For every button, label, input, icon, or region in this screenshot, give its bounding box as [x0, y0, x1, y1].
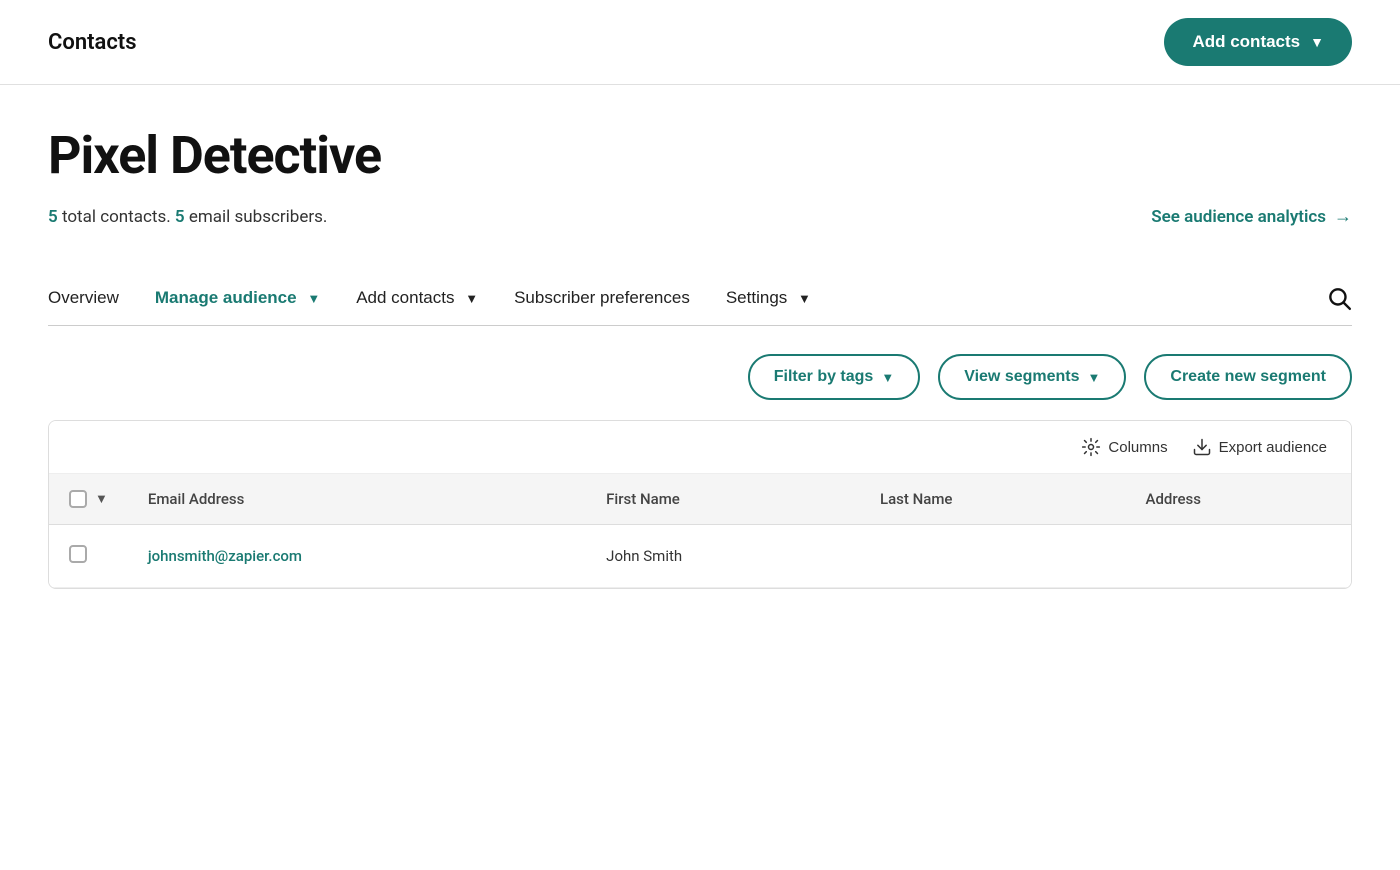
export-icon	[1192, 437, 1212, 457]
view-segments-label: View segments	[964, 368, 1079, 386]
tab-settings-label: Settings	[726, 288, 787, 307]
table-header-row: ▼ Email Address First Name Last Name Add…	[49, 474, 1351, 525]
columns-button[interactable]: Columns	[1081, 437, 1167, 457]
page-title: Contacts	[48, 30, 137, 55]
columns-label: Columns	[1108, 439, 1167, 456]
stats-row: 5 total contacts. 5 email subscribers. S…	[48, 206, 1352, 227]
add-contacts-button[interactable]: Add contacts ▼	[1164, 18, 1352, 66]
tab-add-contacts[interactable]: Add contacts ▼	[356, 278, 506, 322]
contacts-table: ▼ Email Address First Name Last Name Add…	[49, 474, 1351, 588]
table-header-firstname: First Name	[586, 474, 860, 525]
view-segments-button[interactable]: View segments ▼	[938, 354, 1126, 400]
email-subscribers-count: 5	[175, 207, 185, 227]
contacts-table-container: Columns Export audience ▼	[48, 420, 1352, 589]
toolbar-row: Filter by tags ▼ View segments ▼ Create …	[48, 326, 1352, 420]
export-audience-button[interactable]: Export audience	[1192, 437, 1327, 457]
contact-firstname: John Smith	[606, 547, 682, 565]
tab-manage-audience[interactable]: Manage audience ▼	[155, 278, 348, 322]
row-address-cell	[1126, 525, 1352, 588]
tab-settings[interactable]: Settings ▼	[726, 278, 839, 322]
arrow-right-icon: →	[1334, 206, 1352, 227]
row-chevron-icon[interactable]: ▼	[95, 491, 108, 507]
create-segment-label: Create new segment	[1170, 368, 1326, 386]
tab-add-contacts-label: Add contacts	[356, 288, 454, 307]
chevron-down-icon: ▼	[881, 370, 894, 385]
main-content: Pixel Detective 5 total contacts. 5 emai…	[0, 85, 1400, 589]
tab-manage-audience-label: Manage audience	[155, 288, 297, 307]
row-lastname-cell	[860, 525, 1126, 588]
row-checkbox[interactable]	[69, 545, 87, 563]
audience-name: Pixel Detective	[48, 125, 1352, 186]
contact-email-link[interactable]: johnsmith@zapier.com	[148, 547, 302, 565]
table-toolbar: Columns Export audience	[49, 421, 1351, 474]
add-contacts-label: Add contacts	[1192, 32, 1300, 52]
nav-tabs: Overview Manage audience ▼ Add contacts …	[48, 275, 1352, 326]
chevron-down-icon: ▼	[307, 291, 320, 306]
chevron-down-icon: ▼	[1310, 34, 1324, 50]
tab-overview[interactable]: Overview	[48, 278, 147, 322]
chevron-down-icon: ▼	[1088, 370, 1101, 385]
stats-text: 5 total contacts. 5 email subscribers.	[48, 207, 327, 227]
tab-overview-label: Overview	[48, 288, 119, 307]
table-header-lastname: Last Name	[860, 474, 1126, 525]
chevron-down-icon: ▼	[465, 291, 478, 306]
search-icon	[1326, 285, 1352, 311]
analytics-label: See audience analytics	[1151, 207, 1326, 227]
tab-subscriber-preferences[interactable]: Subscriber preferences	[514, 278, 718, 322]
export-label: Export audience	[1219, 439, 1327, 456]
create-segment-button[interactable]: Create new segment	[1144, 354, 1352, 400]
top-header: Contacts Add contacts ▼	[0, 0, 1400, 85]
stats-prefix: total contacts.	[62, 207, 171, 227]
stats-suffix: email subscribers.	[189, 207, 328, 227]
audience-analytics-link[interactable]: See audience analytics →	[1151, 206, 1352, 227]
chevron-down-icon: ▼	[798, 291, 811, 306]
table-header-email: Email Address	[128, 474, 586, 525]
col-firstname-label: First Name	[606, 490, 680, 508]
row-email-cell: johnsmith@zapier.com	[128, 525, 586, 588]
row-firstname-cell: John Smith	[586, 525, 860, 588]
row-checkbox-cell	[49, 525, 128, 588]
select-all-checkbox[interactable]	[69, 490, 87, 508]
col-lastname-label: Last Name	[880, 490, 952, 508]
col-email-label: Email Address	[148, 490, 245, 508]
columns-icon	[1081, 437, 1101, 457]
tab-subscriber-preferences-label: Subscriber preferences	[514, 288, 690, 307]
total-contacts-count: 5	[48, 207, 58, 227]
col-address-label: Address	[1146, 490, 1202, 508]
table-header-address: Address	[1126, 474, 1352, 525]
filter-tags-label: Filter by tags	[774, 368, 874, 386]
table-header-checkbox-col: ▼	[49, 474, 128, 525]
table-row: johnsmith@zapier.com John Smith	[49, 525, 1351, 588]
search-button[interactable]	[1326, 275, 1352, 325]
filter-by-tags-button[interactable]: Filter by tags ▼	[748, 354, 920, 400]
